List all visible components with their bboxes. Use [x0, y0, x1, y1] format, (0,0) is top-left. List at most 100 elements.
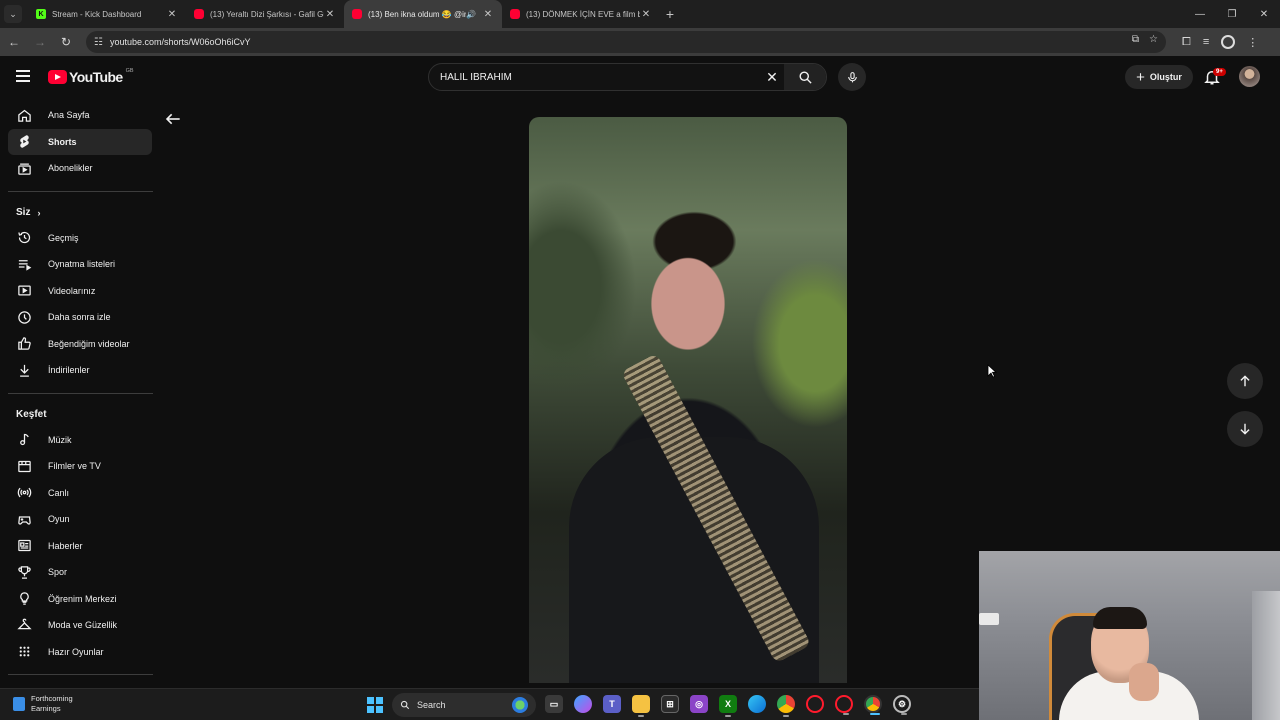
sidebar-item-label: Geçmiş: [48, 232, 79, 243]
sidebar-item-music[interactable]: Müzik: [8, 427, 152, 454]
sidebar-item-watch-later[interactable]: Daha sonra izle: [8, 304, 152, 331]
teams-icon[interactable]: T: [603, 695, 621, 713]
search-button[interactable]: [784, 64, 826, 90]
close-window-icon[interactable]: ✕: [1248, 0, 1280, 28]
edge-icon[interactable]: [748, 695, 766, 713]
next-short-button[interactable]: [1227, 411, 1263, 447]
back-icon[interactable]: ←: [2, 30, 26, 54]
sidebar-item-liked[interactable]: Beğendiğim videolar: [8, 331, 152, 358]
windows-start-icon[interactable]: [367, 697, 383, 713]
search-input[interactable]: HALIL IBRAHIM: [429, 72, 760, 83]
site-info-icon[interactable]: ☷: [94, 37, 103, 48]
browser-tab[interactable]: (13) Yeraltı Dizi Şarkısı - Gafil Gü ✕: [186, 0, 344, 28]
watch-later-icon: [16, 309, 32, 325]
new-tab-button[interactable]: +: [660, 6, 680, 22]
speaker-icon[interactable]: 🔊: [466, 10, 476, 19]
menu-icon[interactable]: [16, 70, 30, 85]
sidebar-item-learning[interactable]: Öğrenim Merkezi: [8, 586, 152, 613]
sidebar-item-playables[interactable]: Hazır Oyunlar: [8, 639, 152, 666]
youtube-logo[interactable]: YouTube GB: [48, 68, 134, 85]
media-control-icon[interactable]: ≡: [1203, 36, 1209, 48]
opera-gx-icon[interactable]: [806, 695, 824, 713]
tab-search-button[interactable]: ⌄: [4, 5, 22, 23]
close-icon[interactable]: ✕: [166, 9, 178, 20]
sidebar-item-movies[interactable]: Filmler ve TV: [8, 453, 152, 480]
logo-text: YouTube: [69, 69, 123, 85]
section-title: Siz: [16, 207, 31, 218]
restore-icon[interactable]: ❐: [1216, 0, 1248, 28]
mouse-cursor-icon: [987, 364, 997, 378]
bookmark-star-icon[interactable]: ☆: [1149, 34, 1158, 45]
xbox-icon[interactable]: X: [719, 695, 737, 717]
minimize-icon[interactable]: —: [1184, 0, 1216, 28]
taskbar-search[interactable]: Search: [392, 693, 536, 717]
clear-search-icon[interactable]: ✕: [760, 69, 784, 86]
sidebar-item-subscriptions[interactable]: Abonelikler: [8, 155, 152, 182]
webcam-lamp: [979, 613, 999, 625]
close-icon[interactable]: ✕: [482, 9, 494, 20]
sidebar-section-you[interactable]: Siz ›: [0, 201, 160, 225]
sidebar-item-home[interactable]: Ana Sayfa: [8, 102, 152, 129]
search-icon: [400, 700, 410, 710]
browser-menu-icon[interactable]: ⋮: [1247, 36, 1258, 49]
sidebar-item-history[interactable]: Geçmiş: [8, 225, 152, 252]
sidebar-item-shorts[interactable]: Shorts: [8, 128, 152, 155]
avatar[interactable]: [1239, 66, 1260, 87]
gaming-icon: [16, 511, 32, 527]
streamer-hair: [1093, 607, 1147, 629]
chrome-profile-icon[interactable]: [864, 695, 882, 715]
file-explorer-icon[interactable]: [632, 695, 650, 717]
news-icon: [16, 538, 32, 554]
search-bar: HALIL IBRAHIM ✕: [428, 63, 827, 91]
streamer-hand: [1129, 663, 1159, 701]
sidebar-item-label: Oyun: [48, 514, 70, 525]
sidebar-item-playlists[interactable]: Oynatma listeleri: [8, 251, 152, 278]
reload-icon[interactable]: ↻: [54, 30, 78, 54]
back-arrow-icon[interactable]: [165, 112, 181, 126]
sidebar-item-label: Ana Sayfa: [48, 110, 90, 121]
previous-short-button[interactable]: [1227, 363, 1263, 399]
voice-search-button[interactable]: [838, 63, 866, 91]
browser-tab[interactable]: (13) DÖNMEK İÇİN EVE a film b ✕: [502, 0, 660, 28]
weather-widget[interactable]: Forthcoming Earnings: [13, 694, 73, 714]
close-icon[interactable]: ✕: [640, 9, 652, 20]
browser-tab-active[interactable]: (13) Ben ikna oldum 😂 @ir 🔊 ✕: [344, 0, 502, 28]
sidebar-item-gaming[interactable]: Oyun: [8, 506, 152, 533]
task-view-icon[interactable]: ▭: [545, 695, 563, 713]
profile-icon[interactable]: [1221, 35, 1236, 49]
downloads-icon: [16, 362, 32, 378]
sidebar-item-downloads[interactable]: İndirilenler: [8, 357, 152, 384]
shorts-video-player[interactable]: [529, 117, 847, 683]
obs-like-icon[interactable]: ◎: [690, 695, 708, 713]
chrome-icon[interactable]: [777, 695, 795, 717]
playables-icon: [16, 644, 32, 660]
close-icon[interactable]: ✕: [324, 9, 336, 20]
browser-tab[interactable]: K Stream - Kick Dashboard ✕: [28, 0, 186, 28]
extensions-icon[interactable]: ⧠: [1182, 36, 1191, 49]
sidebar-section-explore: Keşfet: [0, 403, 160, 427]
store-icon[interactable]: ⊞: [661, 695, 679, 713]
opera-icon[interactable]: [835, 695, 853, 715]
url-bar[interactable]: ☷ youtube.com/shorts/W06oOh6iCvY ⧉ ☆: [86, 31, 1166, 53]
youtube-icon: [510, 9, 520, 19]
sidebar-item-live[interactable]: Canlı: [8, 480, 152, 507]
country-code: GB: [125, 68, 134, 74]
create-button[interactable]: + Oluştur: [1125, 65, 1193, 89]
sidebar-item-label: Müzik: [48, 434, 72, 445]
sidebar-item-your-videos[interactable]: Videolarınız: [8, 278, 152, 305]
taskbar-apps: ▭ T ⊞ ◎ X ⚙: [545, 695, 911, 717]
sidebar-item-label: Shorts: [48, 136, 77, 147]
subscriptions-icon: [16, 160, 32, 176]
bing-globe-icon: [512, 697, 528, 713]
sidebar-item-fashion[interactable]: Moda ve Güzellik: [8, 612, 152, 639]
copilot-icon[interactable]: [574, 695, 592, 713]
install-app-icon[interactable]: ⧉: [1132, 34, 1139, 45]
sidebar-item-sports[interactable]: Spor: [8, 559, 152, 586]
sidebar-item-label: Abonelikler: [48, 163, 93, 174]
settings-icon[interactable]: ⚙: [893, 695, 911, 715]
sidebar-item-news[interactable]: Haberler: [8, 533, 152, 560]
youtube-masthead: YouTube GB HALIL IBRAHIM ✕ + Oluştur 9+: [0, 56, 1280, 98]
browser-tab-bar: ⌄ K Stream - Kick Dashboard ✕ (13) Yeral…: [0, 0, 1280, 28]
forward-icon[interactable]: →: [28, 30, 52, 54]
shorts-icon: [16, 134, 32, 150]
